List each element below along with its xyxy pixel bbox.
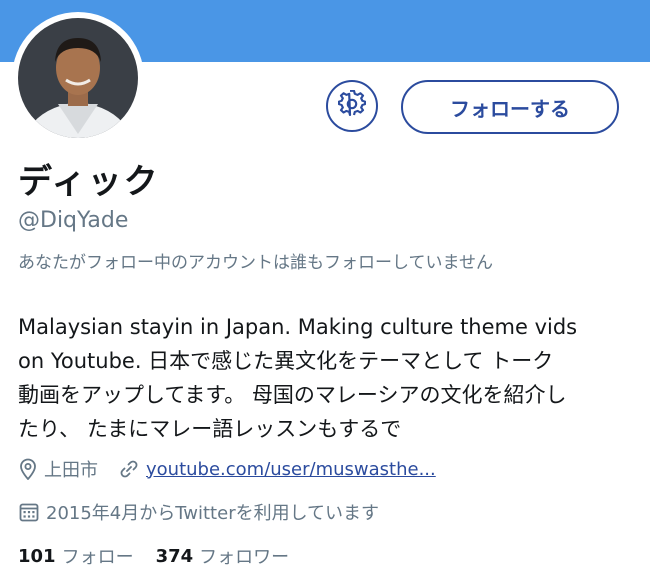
location-text: 上田市: [44, 460, 98, 481]
followed-by-note: あなたがフォロー中のアカウントは誰もフォローしていません: [18, 253, 493, 273]
following-count[interactable]: 101: [18, 546, 56, 567]
display-name: ディック: [18, 162, 160, 202]
settings-button[interactable]: [326, 80, 378, 132]
user-handle: @DiqYade: [18, 208, 129, 233]
follow-button-label: フォローする: [450, 96, 570, 121]
bio-line: on Youtube. 日本で感じた異文化をテーマとして トーク: [18, 349, 554, 373]
bio-line: Malaysian stayin in Japan. Making cultur…: [18, 315, 578, 339]
following-label[interactable]: フォロー: [62, 543, 134, 569]
bio-line: たり、 たまにマレー語レッスンもするで: [18, 417, 402, 441]
bio-line: 動画をアップしてます。 母国のマレーシアの文化を紹介し: [18, 383, 567, 407]
avatar[interactable]: [12, 12, 144, 144]
follow-button[interactable]: フォローする: [401, 80, 619, 134]
website-link[interactable]: youtube.com/user/muswasthe...: [146, 459, 436, 480]
link-icon: [118, 458, 140, 480]
calendar-icon: [18, 501, 40, 523]
location-pin-icon: [18, 458, 38, 480]
joined-date: 2015年4月からTwitterを利用しています: [18, 498, 379, 526]
follow-stats: 101 フォロー 374 フォロワー: [18, 541, 311, 571]
gear-icon: [337, 89, 367, 122]
followers-count[interactable]: 374: [156, 546, 194, 567]
profile-meta: 上田市 youtube.com/user/muswasthe...: [18, 455, 436, 483]
bio: Malaysian stayin in Japan. Making cultur…: [18, 310, 632, 446]
followers-label[interactable]: フォロワー: [199, 543, 289, 569]
joined-date-text: 2015年4月からTwitterを利用しています: [46, 503, 380, 524]
